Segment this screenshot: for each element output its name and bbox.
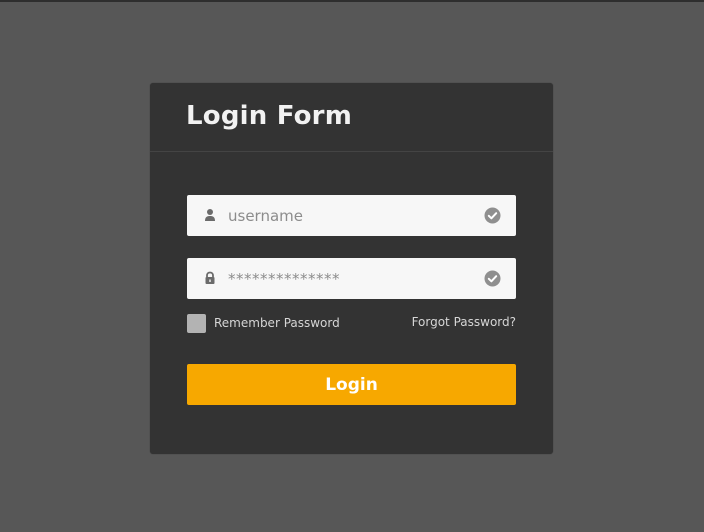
login-card: Login Form Remember Password Forgot Pass…	[150, 83, 553, 454]
forgot-password-link[interactable]: Forgot Password?	[412, 315, 516, 329]
username-field[interactable]	[187, 195, 516, 236]
form-title: Login Form	[186, 101, 352, 131]
remember-password-option[interactable]: Remember Password	[187, 313, 340, 333]
user-icon	[205, 209, 215, 221]
card-header: Login Form	[150, 83, 553, 152]
username-input[interactable]	[228, 195, 468, 236]
window-top-border	[0, 0, 704, 2]
password-field[interactable]	[187, 258, 516, 299]
check-circle-icon	[484, 270, 501, 287]
lock-icon	[205, 271, 215, 284]
remember-password-checkbox[interactable]	[187, 313, 206, 333]
login-button[interactable]: Login	[187, 364, 516, 405]
remember-password-label: Remember Password	[214, 316, 340, 330]
check-circle-icon	[484, 207, 501, 224]
password-input[interactable]	[228, 258, 468, 299]
